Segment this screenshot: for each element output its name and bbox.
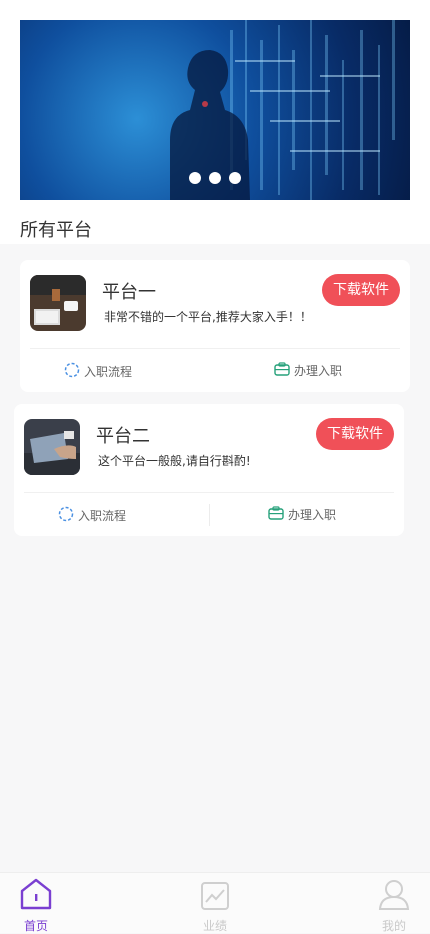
- card-divider: [24, 492, 394, 493]
- carousel-dot[interactable]: [209, 172, 221, 184]
- platform-description: 非常不错的一个平台,推荐大家入手！！: [104, 310, 312, 324]
- tab-performance[interactable]: 业绩: [185, 873, 245, 934]
- onboarding-process-label: 入职流程: [78, 509, 127, 523]
- tab-home-label: 首页: [23, 919, 48, 933]
- loading-circle-icon: [58, 506, 74, 525]
- platform-card[interactable]: 平台一 非常不错的一个平台,推荐大家入手！！ 下载软件 入职流程 办理入职: [20, 260, 410, 392]
- platform-card[interactable]: 平台二 这个平台一般般,请自行斟酌! 下载软件 入职流程 办理入职: [14, 404, 404, 536]
- platform-title: 平台二: [96, 426, 150, 447]
- chart-icon: [185, 877, 245, 915]
- user-icon: [364, 877, 424, 915]
- banner-carousel[interactable]: [20, 20, 410, 200]
- loading-circle-icon: [64, 362, 80, 381]
- carousel-dots: [20, 169, 410, 188]
- action-divider: [209, 504, 210, 526]
- download-button[interactable]: 下载软件: [316, 418, 394, 450]
- tab-me[interactable]: 我的: [364, 873, 424, 934]
- platform-thumbnail: [24, 419, 80, 475]
- onboarding-process-label: 入职流程: [84, 365, 133, 379]
- apply-onboarding-label: 办理入职: [294, 364, 343, 378]
- tab-performance-label: 业绩: [202, 919, 227, 933]
- briefcase-icon: [274, 362, 290, 379]
- carousel-dot[interactable]: [189, 172, 201, 184]
- apply-onboarding-label: 办理入职: [288, 508, 337, 522]
- briefcase-icon: [268, 506, 284, 523]
- carousel-dot[interactable]: [229, 172, 241, 184]
- bottom-tab-bar: 首页 业绩 我的: [0, 872, 430, 933]
- apply-onboarding-button[interactable]: 办理入职: [268, 506, 336, 523]
- home-icon: [6, 877, 66, 915]
- platform-description: 这个平台一般般,请自行斟酌!: [98, 454, 251, 468]
- platform-thumbnail: [30, 275, 86, 331]
- platform-title: 平台一: [102, 282, 156, 303]
- card-divider: [30, 348, 400, 349]
- tab-home[interactable]: 首页: [6, 873, 66, 934]
- tab-me-label: 我的: [381, 919, 406, 933]
- onboarding-process-button[interactable]: 入职流程: [64, 362, 132, 381]
- section-title: 所有平台: [20, 220, 92, 241]
- apply-onboarding-button[interactable]: 办理入职: [274, 362, 342, 379]
- download-button[interactable]: 下载软件: [322, 274, 400, 306]
- onboarding-process-button[interactable]: 入职流程: [58, 506, 126, 525]
